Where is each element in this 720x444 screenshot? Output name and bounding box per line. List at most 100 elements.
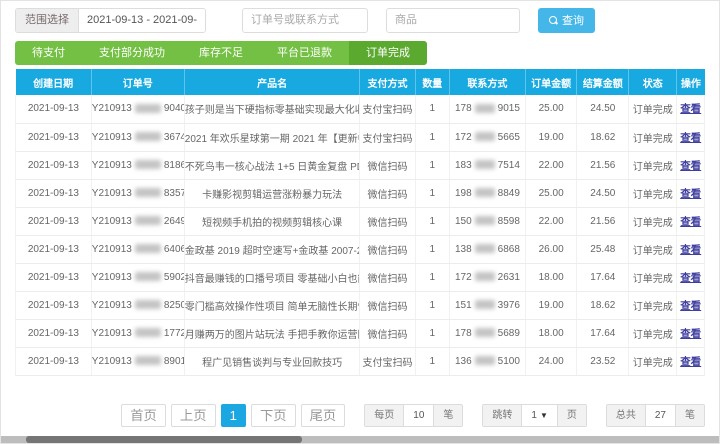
create-date: 2021-09-13 [27,215,79,227]
quantity: 1 [429,215,436,227]
view-link[interactable]: 查看 [680,328,701,340]
current-page-button[interactable]: 1 [220,403,246,427]
payment-method: 微信扫码 [367,217,408,229]
contact-prefix: 138 [454,243,472,255]
tab-pending-payment[interactable]: 待支付 [15,41,82,65]
masked-segment [474,300,495,310]
quantity: 1 [429,243,436,255]
cell-status: 订单完成 [628,151,678,180]
first-page-button[interactable]: 首页 [121,403,166,427]
pagination-bar: 首页 上页 1 下页 尾页 每页 10 笔 跳转 1 ▼ 页 总共 27 笔 [1,403,705,427]
contact-prefix: 172 [454,271,472,283]
cell-order-amount: 26.00 [524,235,578,264]
create-date: 2021-09-13 [27,243,79,255]
contact-suffix: 3976 [497,299,520,311]
tab-order-complete[interactable]: 订单完成 [349,41,427,65]
view-link[interactable]: 查看 [680,300,701,312]
next-page-button[interactable]: 下页 [250,403,296,427]
payment-method: 支付宝扫码 [362,357,413,369]
cell-order-no: Y210913 82507 [90,291,185,320]
create-date: 2021-09-13 [27,131,79,143]
date-range-input[interactable] [79,8,205,32]
total-value: 27 [645,404,676,426]
order-no-prefix: Y210913 [91,243,132,255]
tab-platform-refunded[interactable]: 平台已退款 [260,41,349,65]
payment-method: 微信扫码 [367,273,408,285]
quantity: 1 [429,131,436,143]
order-search-input[interactable] [242,7,368,33]
product-name: 程广见销售谈判与专业回款技巧 [202,357,343,369]
product-name: 零门槛高效操作性项目 简单无脑性长期性收益 [184,301,359,313]
cell-action: 查看 [676,235,705,264]
cell-status: 订单完成 [628,95,678,124]
tab-partial-payment[interactable]: 支付部分成功 [82,41,182,65]
jump-page-select[interactable]: 1 ▼ [522,404,558,426]
cell-product-name: 零门槛高效操作性项目 简单无脑性长期性收益 [183,291,361,320]
horizontal-scrollbar-thumb[interactable] [26,436,302,443]
order-amount: 18.00 [538,327,564,339]
masked-segment [474,244,495,254]
horizontal-scrollbar-track[interactable] [1,436,719,443]
product-name: 卡赚影视剪辑运营涨粉暴力玩法 [202,189,343,201]
cell-payment-method: 支付宝扫码 [359,123,416,152]
cell-order-amount: 19.00 [524,291,578,320]
view-link[interactable]: 查看 [680,272,701,284]
cell-payment-method: 支付宝扫码 [359,95,416,124]
view-link[interactable]: 查看 [680,216,701,228]
view-link[interactable]: 查看 [680,103,701,115]
cell-product-name: 短视频手机拍的视频剪辑核心课 [183,207,361,236]
masked-segment [474,132,495,142]
create-date: 2021-09-13 [27,187,79,199]
payment-method: 微信扫码 [367,161,408,173]
cell-order-no: Y210913 89015 [90,347,185,376]
cell-contact: 172 5665 [449,123,526,152]
cell-create-date: 2021-09-13 [15,207,92,236]
cell-order-no: Y210913 64066 [90,235,185,264]
cell-status: 订单完成 [628,207,678,236]
contact-prefix: 178 [454,103,472,115]
view-link[interactable]: 查看 [680,356,701,368]
cell-payment-method: 微信扫码 [359,235,416,264]
product-name: 抖音最赚钱的口播号项目 零基础小白也能年入 30万 [184,273,359,285]
payment-method: 微信扫码 [367,329,408,341]
cell-quantity: 1 [414,291,451,320]
cell-order-no: Y210913 36743 [90,123,185,152]
masked-segment [474,216,495,226]
search-button-label: 查询 [562,15,584,27]
cell-contact: 138 6868 [449,235,526,264]
payment-method: 支付宝扫码 [362,133,413,145]
order-amount: 22.00 [538,215,564,227]
view-link[interactable]: 查看 [680,132,701,144]
view-link[interactable]: 查看 [680,160,701,172]
last-page-button[interactable]: 尾页 [300,403,346,427]
order-row: 2021-09-13 Y210913 82507 零门槛高效操作性项目 简单无脑性… [15,291,705,320]
order-no-suffix: 64066 [163,243,183,255]
tab-out-of-stock[interactable]: 库存不足 [182,41,260,65]
settle-amount: 21.56 [590,215,616,227]
product-name: 短视频手机拍的视频剪辑核心课 [202,217,343,229]
orders-table: 创建日期 订单号 产品名 支付方式 数量 联系方式 订单金额 结算金额 状态 操… [15,69,705,376]
search-icon [549,15,558,25]
cell-quantity: 1 [414,179,451,208]
quantity: 1 [429,271,436,283]
quantity: 1 [429,299,436,311]
jump-unit: 页 [557,404,586,426]
cell-status: 订单完成 [628,347,678,376]
total-unit: 笔 [676,404,704,426]
cell-settle-amount: 17.64 [576,319,630,348]
per-page-value[interactable]: 10 [404,404,435,426]
status-text: 订单完成 [632,217,673,229]
view-link[interactable]: 查看 [680,244,701,256]
order-management-page: 范围选择 查询 待支付 支付部分成功 库存不足 平台已退款 订单完成 创建日期 … [0,0,720,444]
date-range-group: 范围选择 [15,7,206,33]
view-link[interactable]: 查看 [680,188,701,200]
column-header-payment: 支付方式 [359,69,416,95]
prev-page-button[interactable]: 上页 [170,403,216,427]
cell-contact: 178 5689 [449,319,526,348]
product-search-input[interactable] [386,7,520,33]
order-no-suffix: 26494 [163,215,183,227]
cell-contact: 183 7514 [449,151,526,180]
search-button[interactable]: 查询 [538,7,595,33]
order-no-prefix: Y210913 [91,327,132,339]
cell-order-amount: 22.00 [524,207,578,236]
